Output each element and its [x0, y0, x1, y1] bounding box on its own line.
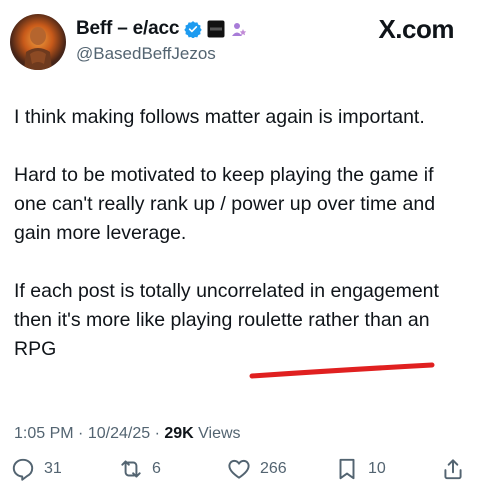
repost-icon [121, 460, 141, 478]
meta-separator: · [154, 425, 160, 442]
post-date[interactable]: 10/24/25 [88, 425, 150, 442]
like-count: 266 [260, 460, 287, 477]
action-bar: 31 6 266 10 [0, 456, 478, 492]
share-icon [444, 459, 462, 480]
share-button[interactable] [440, 456, 466, 482]
bookmark-count: 10 [368, 460, 386, 477]
bookmark-icon [339, 458, 355, 480]
heart-icon [228, 459, 250, 479]
repost-count: 6 [152, 460, 161, 477]
views-count: 29K [164, 425, 194, 442]
reply-count: 31 [44, 460, 62, 477]
like-button[interactable]: 266 [226, 456, 287, 482]
post-time[interactable]: 1:05 PM [14, 425, 74, 442]
repost-button[interactable]: 6 [118, 456, 161, 482]
bookmark-button[interactable]: 10 [334, 456, 386, 482]
reply-icon [12, 458, 34, 481]
reply-button[interactable]: 31 [10, 456, 62, 482]
views-label: Views [198, 425, 241, 442]
meta-separator: · [78, 425, 84, 442]
post-meta: 1:05 PM · 10/24/25 · 29K Views [14, 425, 241, 443]
